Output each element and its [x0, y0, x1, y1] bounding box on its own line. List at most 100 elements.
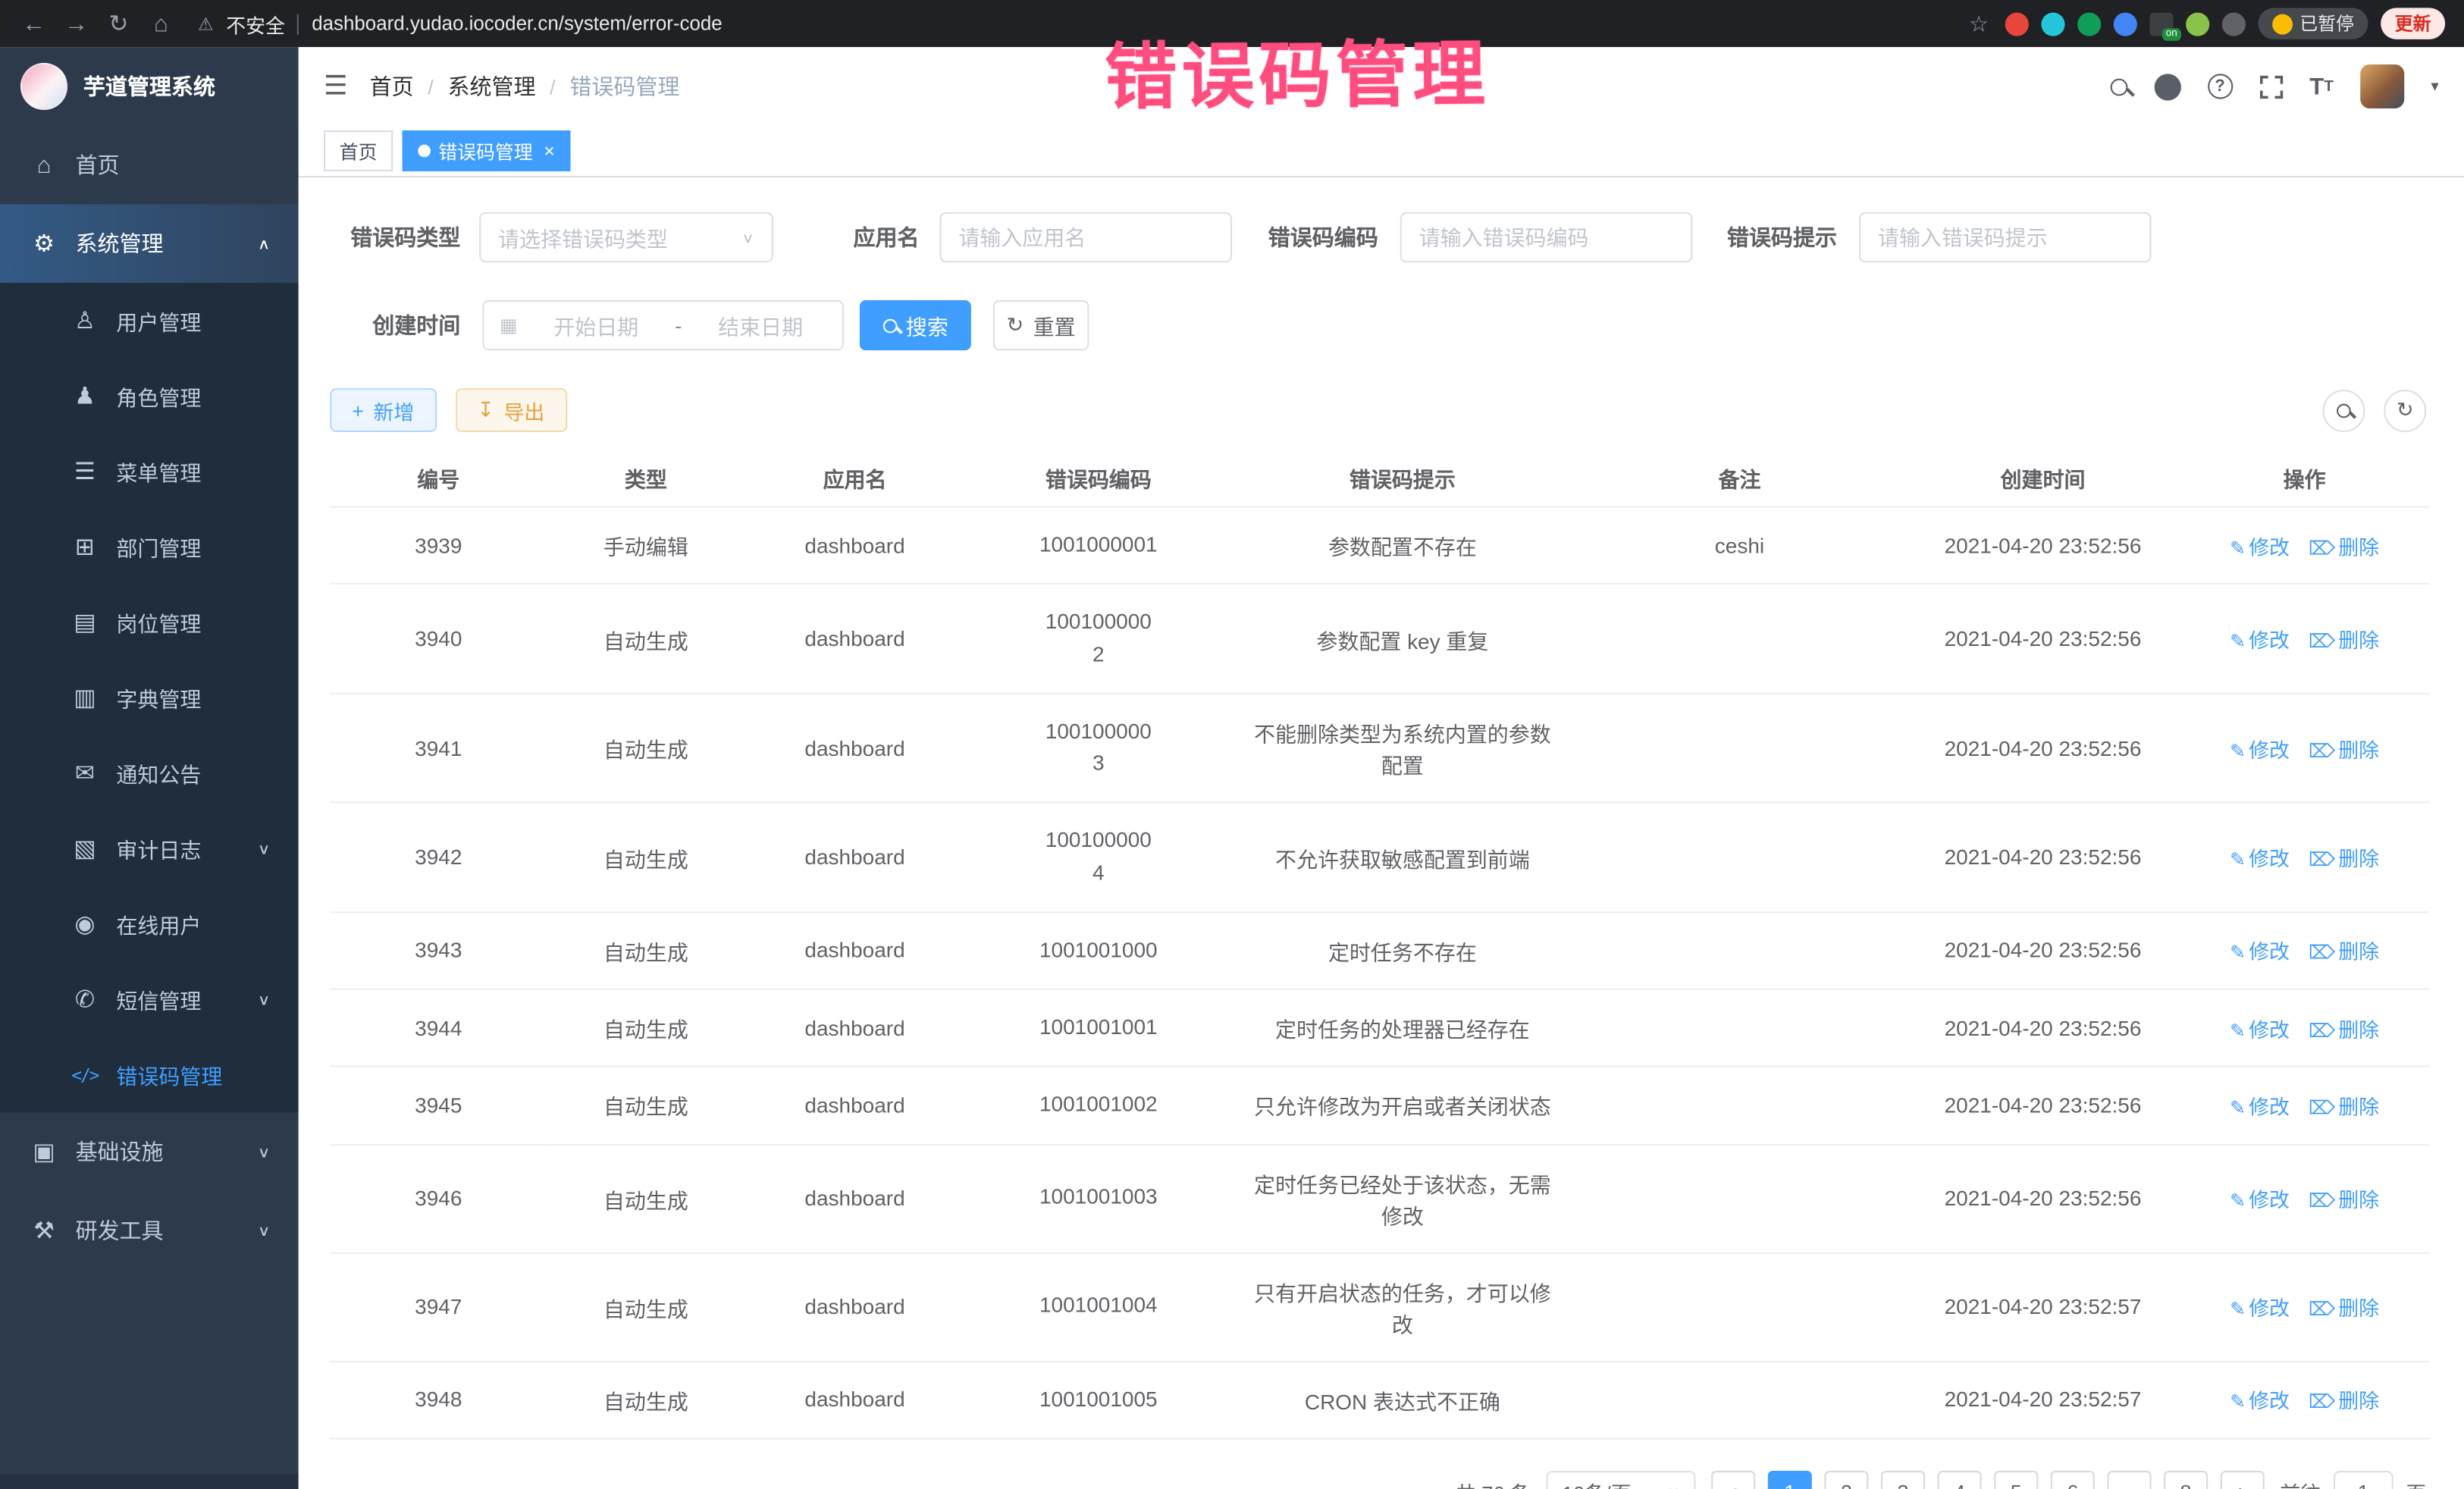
- table-row: 3944 自动生成 dashboard 1001001001 定时任务的处理器已…: [330, 989, 2429, 1067]
- delete-link[interactable]: ⌦删除: [2309, 1390, 2379, 1413]
- app-input[interactable]: [939, 212, 1232, 262]
- avatar-caret-icon[interactable]: ▾: [2431, 78, 2438, 96]
- date-range-picker[interactable]: ▦ 开始日期 - 结束日期: [482, 300, 844, 350]
- export-button[interactable]: ↧ 导出: [455, 388, 566, 432]
- extension-icon-blue[interactable]: [2113, 12, 2136, 36]
- tab-errorcode[interactable]: 错误码管理 ×: [403, 130, 571, 171]
- delete-link[interactable]: ⌦删除: [2309, 940, 2379, 964]
- delete-link[interactable]: ⌦删除: [2309, 1017, 2379, 1041]
- sidebar-item-users[interactable]: ♙ 用户管理: [0, 283, 299, 358]
- next-page-button[interactable]: ›: [2221, 1471, 2265, 1489]
- edit-link[interactable]: ✎修改: [2230, 1188, 2290, 1212]
- prev-page-button[interactable]: ‹: [1711, 1471, 1755, 1489]
- sidebar-item-online-users[interactable]: ◉ 在线用户: [0, 886, 299, 961]
- header-actions: ? TT ▾: [2110, 64, 2439, 108]
- page-button-6[interactable]: 6: [2051, 1471, 2095, 1489]
- fullscreen-icon[interactable]: [2259, 74, 2283, 98]
- delete-link[interactable]: ⌦删除: [2309, 1296, 2379, 1320]
- bookmark-star-icon[interactable]: ☆: [1969, 10, 1989, 36]
- sidebar-item-errorcode[interactable]: </> 错误码管理: [0, 1037, 299, 1112]
- code-input[interactable]: [1400, 212, 1693, 262]
- page-button-8[interactable]: 8: [2164, 1471, 2208, 1489]
- hamburger-icon[interactable]: ☰: [324, 71, 348, 102]
- table-row: 3947 自动生成 dashboard 1001001004 只有开启状态的任务…: [330, 1252, 2429, 1361]
- help-icon[interactable]: ?: [2207, 74, 2232, 99]
- error-code-table: 编号 类型 应用名 错误码编码 错误码提示 备注 创建时间 操作: [330, 450, 2426, 1439]
- sidebar-item-system[interactable]: ⚙ 系统管理 ∧: [0, 204, 299, 283]
- edit-link[interactable]: ✎修改: [2230, 1390, 2290, 1413]
- extension-icon-green[interactable]: [2077, 12, 2100, 36]
- edit-link[interactable]: ✎修改: [2230, 940, 2290, 964]
- delete-link[interactable]: ⌦删除: [2309, 535, 2379, 559]
- page-button-2[interactable]: 2: [1824, 1471, 1868, 1489]
- sidebar-item-roles[interactable]: ♟ 角色管理: [0, 359, 299, 434]
- delete-link[interactable]: ⌦删除: [2309, 1188, 2379, 1212]
- delete-link[interactable]: ⌦删除: [2309, 629, 2379, 652]
- breadcrumb-current: 错误码管理: [569, 71, 679, 102]
- edit-link[interactable]: ✎修改: [2230, 535, 2290, 559]
- edit-link[interactable]: ✎修改: [2230, 1296, 2290, 1320]
- page-size-select[interactable]: 10条/页 ∨: [1546, 1471, 1695, 1489]
- edit-link[interactable]: ✎修改: [2230, 629, 2290, 652]
- font-size-icon[interactable]: TT: [2309, 73, 2334, 99]
- page-button-4[interactable]: 4: [1938, 1471, 1982, 1489]
- edit-link[interactable]: ✎修改: [2230, 847, 2290, 870]
- user-avatar[interactable]: [2360, 64, 2404, 108]
- breadcrumb-home[interactable]: 首页: [370, 71, 414, 102]
- forward-icon[interactable]: →: [61, 10, 91, 36]
- close-icon[interactable]: ×: [544, 139, 555, 161]
- sidebar-item-posts[interactable]: ▤ 岗位管理: [0, 585, 299, 660]
- edit-link[interactable]: ✎修改: [2230, 738, 2290, 761]
- filter-type: 错误码类型 请选择错误码类型 ∨: [330, 212, 773, 262]
- page-button-1[interactable]: 1: [1768, 1471, 1812, 1489]
- page-button-5[interactable]: 5: [1994, 1471, 2038, 1489]
- tools-icon: ⚒: [28, 1216, 59, 1244]
- reset-button[interactable]: ↻ 重置: [993, 300, 1089, 350]
- goto-page-input[interactable]: [2334, 1471, 2393, 1489]
- sidebar-item-devtools[interactable]: ⚒ 研发工具 ∨: [0, 1191, 299, 1270]
- sidebar-item-auditlog[interactable]: ▧ 审计日志 ∨: [0, 811, 299, 886]
- breadcrumb-separator: /: [428, 74, 434, 98]
- extensions-puzzle-icon[interactable]: [2221, 12, 2245, 36]
- extension-icon-dark[interactable]: on: [2149, 12, 2172, 36]
- edit-link[interactable]: ✎修改: [2230, 1017, 2290, 1041]
- extension-icon-teal[interactable]: [2040, 12, 2064, 36]
- sidebar-item-infra[interactable]: ▣ 基础设施 ∨: [0, 1112, 299, 1191]
- browser-home-icon[interactable]: ⌂: [146, 10, 176, 36]
- edit-link[interactable]: ✎修改: [2230, 1095, 2290, 1118]
- sidebar-item-notices[interactable]: ✉ 通知公告: [0, 735, 299, 810]
- page-button-3[interactable]: 3: [1881, 1471, 1925, 1489]
- hint-input[interactable]: [1859, 212, 2152, 262]
- delete-link[interactable]: ⌦删除: [2309, 738, 2379, 761]
- type-select[interactable]: 请选择错误码类型 ∨: [479, 212, 773, 262]
- tab-home[interactable]: 首页: [324, 130, 393, 171]
- delete-link[interactable]: ⌦删除: [2309, 1095, 2379, 1118]
- sidebar-item-depts[interactable]: ⊞ 部门管理: [0, 509, 299, 585]
- breadcrumb-system[interactable]: 系统管理: [447, 71, 535, 102]
- extension-icon-leaf[interactable]: [2185, 12, 2209, 36]
- search-button[interactable]: 搜索: [860, 300, 971, 350]
- refresh-table-button[interactable]: ↻: [2384, 389, 2426, 431]
- update-button[interactable]: 更新: [2381, 8, 2445, 39]
- toolbar-right: ↻: [2322, 389, 2426, 431]
- address-bar[interactable]: ⚠ 不安全 dashboard.yudao.iocoder.cn/system/…: [198, 8, 1956, 38]
- sidebar-item-sms[interactable]: ✆ 短信管理 ∨: [0, 961, 299, 1036]
- sidebar-item-dicts[interactable]: ▥ 字典管理: [0, 660, 299, 735]
- start-date-placeholder: 开始日期: [530, 309, 662, 340]
- paused-badge[interactable]: 已暂停: [2257, 8, 2368, 39]
- sidebar-item-home[interactable]: ⌂ 首页: [0, 126, 299, 205]
- back-icon[interactable]: ←: [19, 10, 49, 36]
- reload-icon[interactable]: ↻: [104, 9, 133, 37]
- search-icon[interactable]: [2110, 78, 2127, 96]
- delete-link[interactable]: ⌦删除: [2309, 847, 2379, 870]
- sidebar-item-menus[interactable]: ☰ 菜单管理: [0, 434, 299, 509]
- app-logo[interactable]: 芋道管理系统: [0, 47, 299, 126]
- delete-icon: ⌦: [2309, 1190, 2335, 1212]
- toggle-search-button[interactable]: [2322, 389, 2365, 431]
- more-pages-button[interactable]: •••: [2107, 1471, 2151, 1489]
- plus-icon: +: [352, 398, 364, 422]
- github-icon[interactable]: [2154, 73, 2180, 99]
- url-text[interactable]: dashboard.yudao.iocoder.cn/system/error-…: [312, 13, 723, 35]
- add-button[interactable]: + 新增: [330, 388, 436, 432]
- extension-icon-red[interactable]: [2005, 12, 2028, 36]
